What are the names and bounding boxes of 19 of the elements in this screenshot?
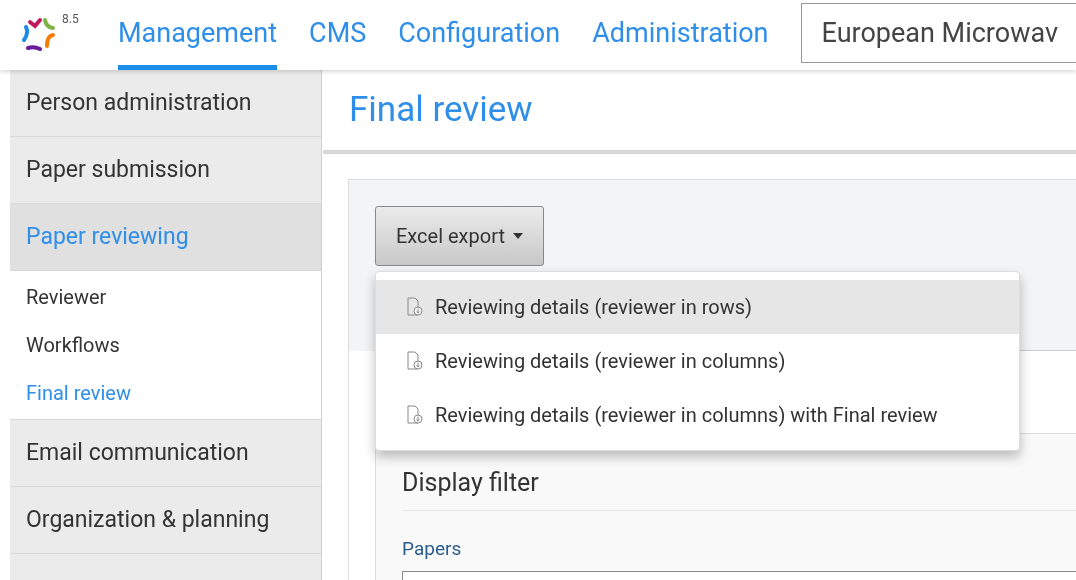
menu-item-label: Reviewing details (reviewer in columns) with Final review [435, 402, 938, 429]
file-download-icon [407, 351, 423, 371]
file-download-icon [407, 297, 423, 317]
menu-item-label: Reviewing details (reviewer in rows) [435, 294, 753, 321]
menu-item-label: Reviewing details (reviewer in columns) [435, 348, 786, 375]
sidebar-item[interactable]: Workflows [10, 321, 321, 369]
sidebar-item[interactable]: Reviewer [10, 273, 321, 321]
version-label: 8.5 [62, 11, 79, 28]
menu-item[interactable]: Reviewing details (reviewer in rows) [376, 280, 1019, 334]
page-title: Final review [349, 87, 533, 132]
excel-export-button[interactable]: Excel export [375, 206, 544, 266]
menu-item[interactable]: Reviewing details (reviewer in columns) [376, 334, 1019, 388]
field-label: Papers [402, 535, 463, 562]
caret-icon [512, 233, 523, 239]
menu-item[interactable]: Reviewing details (reviewer in columns) with Final review [376, 388, 1019, 442]
file-download-icon [407, 405, 423, 425]
filter-title: Display filter [402, 464, 1076, 511]
sidebar-item[interactable]: Final review [10, 369, 321, 417]
conference-select[interactable]: European Microwav [800, 3, 1076, 63]
